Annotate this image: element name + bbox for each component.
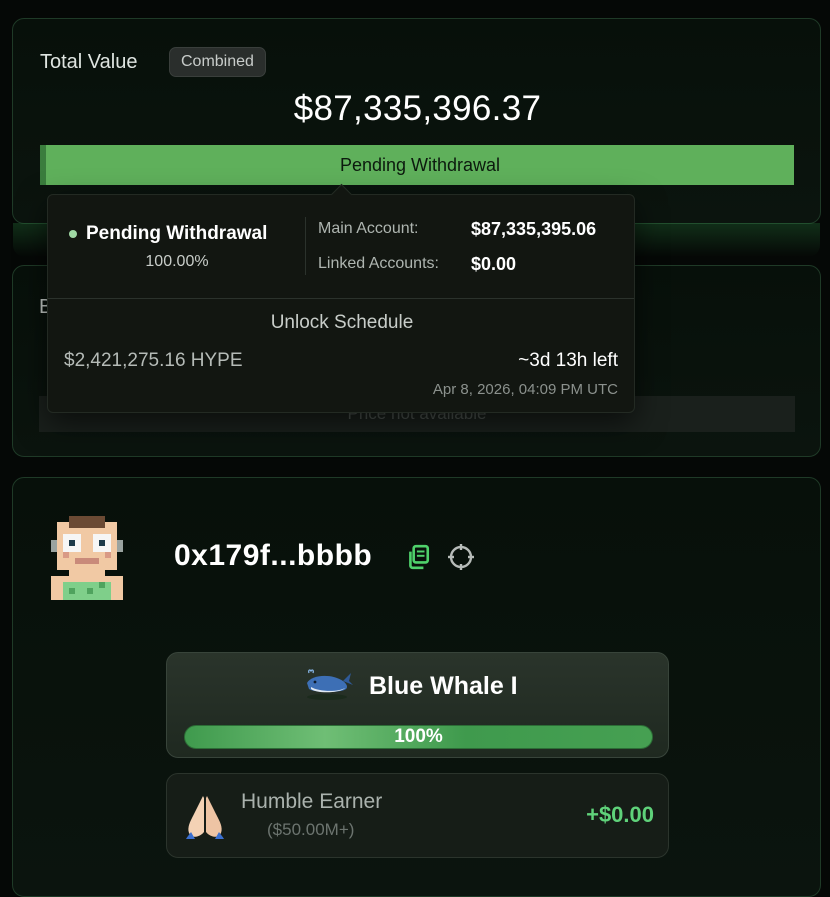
main-account-label: Main Account: — [318, 220, 419, 237]
total-value-label: Total Value — [40, 51, 138, 73]
copy-icon[interactable] — [405, 544, 431, 570]
praying-hands-icon — [186, 796, 224, 839]
linked-accounts-value: $0.00 — [471, 254, 517, 274]
total-value-amount: $87,335,396.37 — [293, 89, 542, 128]
earner-threshold: ($50.00M+) — [267, 820, 355, 839]
crosshair-icon[interactable] — [447, 543, 475, 571]
pending-withdrawal-bar[interactable]: Pending Withdrawal — [40, 145, 794, 185]
tier-progress-bar: 100% — [184, 725, 653, 749]
pending-withdrawal-tooltip: Pending Withdrawal 100.00% Main Account:… — [47, 183, 635, 413]
unlock-time-left: ~3d 13h left — [518, 350, 618, 371]
unlock-date: Apr 8, 2026, 04:09 PM UTC — [432, 381, 618, 398]
tooltip-title: Pending Withdrawal — [86, 223, 268, 244]
tooltip-percent: 100.00% — [145, 253, 209, 270]
tier-name: Blue Whale I — [369, 672, 518, 700]
unlock-schedule-title: Unlock Schedule — [270, 312, 414, 333]
profile-card: 0x179f...bbbb Blue Whale I 100% Humble E… — [12, 477, 821, 897]
earner-name: Humble Earner — [241, 790, 383, 813]
linked-accounts-label: Linked Accounts: — [318, 255, 439, 272]
tooltip-divider-horizontal — [48, 298, 634, 299]
wallet-address: 0x179f...bbbb — [174, 539, 373, 572]
earner-card: Humble Earner ($50.00M+) +$0.00 — [166, 773, 669, 858]
earner-amount: +$0.00 — [586, 802, 654, 827]
pending-withdrawal-bar-label: Pending Withdrawal — [339, 155, 501, 175]
unlock-amount: $2,421,275.16 HYPE — [64, 350, 243, 371]
tier-card: Blue Whale I 100% — [166, 652, 669, 758]
tooltip-divider-vertical — [305, 217, 306, 275]
whale-icon — [307, 669, 353, 700]
status-dot-icon — [69, 230, 77, 238]
main-account-value: $87,335,395.06 — [471, 219, 597, 239]
pixel-avatar — [51, 516, 123, 600]
tier-progress-label: 100% — [394, 726, 443, 747]
combined-badge[interactable]: Combined — [169, 47, 266, 77]
